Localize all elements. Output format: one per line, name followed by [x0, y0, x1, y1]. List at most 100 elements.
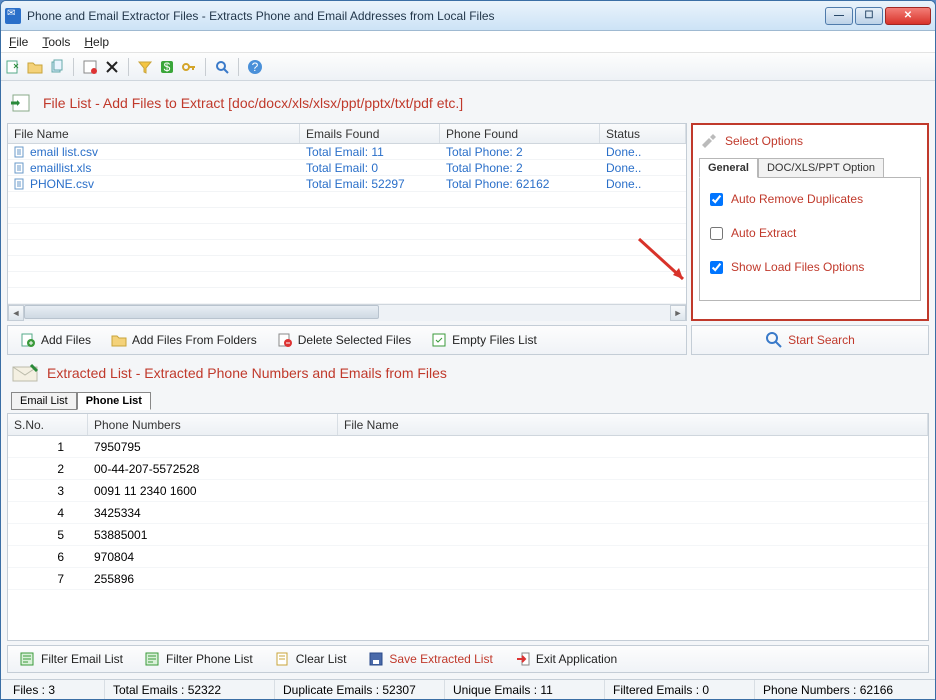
- col-file-name[interactable]: File Name: [338, 414, 928, 435]
- chk-auto-extract[interactable]: Auto Extract: [710, 226, 910, 240]
- status-files: Files : 3: [5, 680, 105, 699]
- tb-delete-icon[interactable]: [104, 59, 120, 75]
- tb-search-icon[interactable]: [214, 59, 230, 75]
- list-item[interactable]: 17950795: [8, 436, 928, 458]
- statusbar: Files : 3 Total Emails : 52322 Duplicate…: [1, 679, 935, 699]
- tab-doc-xls-ppt[interactable]: DOC/XLS/PPT Option: [758, 158, 884, 178]
- scroll-thumb[interactable]: [24, 305, 379, 319]
- file-list-header: File List - Add Files to Extract [doc/do…: [7, 87, 929, 119]
- tb-filter-icon[interactable]: [137, 59, 153, 75]
- app-icon: [5, 8, 21, 24]
- tab-phone-list[interactable]: Phone List: [77, 392, 151, 410]
- hscrollbar[interactable]: ◄ ►: [8, 304, 686, 320]
- scroll-right-arrow[interactable]: ►: [670, 305, 686, 321]
- table-row-empty: [8, 272, 686, 288]
- list-item[interactable]: 7255896: [8, 568, 928, 590]
- table-row[interactable]: emaillist.xlsTotal Email: 0Total Phone: …: [8, 160, 686, 176]
- scroll-track[interactable]: [24, 305, 670, 321]
- chk-show-load-files[interactable]: Show Load Files Options: [710, 260, 910, 274]
- list-item[interactable]: 200-44-207-5572528: [8, 458, 928, 480]
- table-row-empty: [8, 240, 686, 256]
- tb-add-file-icon[interactable]: [5, 59, 21, 75]
- col-emails[interactable]: Emails Found: [300, 124, 440, 143]
- extracted-table: S.No. Phone Numbers File Name 1795079520…: [7, 413, 929, 641]
- col-filename[interactable]: File Name: [8, 124, 300, 143]
- list-item[interactable]: 30091 11 2340 1600: [8, 480, 928, 502]
- extracted-rows[interactable]: 17950795200-44-207-557252830091 11 2340 …: [8, 436, 928, 640]
- svg-text:$: $: [164, 60, 171, 74]
- minimize-button[interactable]: [825, 7, 853, 25]
- col-phone-numbers[interactable]: Phone Numbers: [88, 414, 338, 435]
- start-search-button[interactable]: Start Search: [759, 328, 861, 352]
- add-files-from-folders-button[interactable]: Add Files From Folders: [105, 329, 263, 351]
- table-row[interactable]: PHONE.csvTotal Email: 52297Total Phone: …: [8, 176, 686, 192]
- extracted-columns: S.No. Phone Numbers File Name: [8, 414, 928, 436]
- tb-help-icon[interactable]: ?: [247, 59, 263, 75]
- filter-phone-list-button[interactable]: Filter Phone List: [139, 648, 259, 670]
- file-list-columns: File Name Emails Found Phone Found Statu…: [8, 124, 686, 144]
- menu-file[interactable]: File: [9, 35, 28, 49]
- col-sno[interactable]: S.No.: [8, 414, 88, 435]
- options-tab-pane: Auto Remove Duplicates Auto Extract Show…: [699, 177, 921, 301]
- add-files-button[interactable]: Add Files: [14, 329, 97, 351]
- scroll-left-arrow[interactable]: ◄: [8, 305, 24, 321]
- delete-selected-files-button[interactable]: Delete Selected Files: [271, 329, 417, 351]
- tab-general[interactable]: General: [699, 158, 758, 178]
- status-filtered-emails: Filtered Emails : 0: [605, 680, 755, 699]
- table-row-empty: [8, 288, 686, 304]
- chk-show-load-input[interactable]: [710, 261, 723, 274]
- actionbar-left: Add Files Add Files From Folders Delete …: [7, 325, 687, 355]
- clear-list-button[interactable]: Clear List: [269, 648, 353, 670]
- titlebar[interactable]: Phone and Email Extractor Files - Extrac…: [1, 1, 935, 31]
- extracted-title: Extracted List - Extracted Phone Numbers…: [47, 365, 447, 381]
- table-row-empty: [8, 208, 686, 224]
- exit-application-button[interactable]: Exit Application: [509, 648, 623, 670]
- close-button[interactable]: [885, 7, 931, 25]
- status-duplicate-emails: Duplicate Emails : 52307: [275, 680, 445, 699]
- table-row-empty: [8, 192, 686, 208]
- save-icon: [368, 651, 384, 667]
- list-item[interactable]: 553885001: [8, 524, 928, 546]
- chk-auto-remove-input[interactable]: [710, 193, 723, 206]
- status-unique-emails: Unique Emails : 11: [445, 680, 605, 699]
- content-area: File List - Add Files to Extract [doc/do…: [1, 81, 935, 679]
- tb-money-icon[interactable]: $: [159, 59, 175, 75]
- toolbar-separator: [73, 58, 74, 76]
- table-row-empty: [8, 224, 686, 240]
- tb-copy-icon[interactable]: [49, 59, 65, 75]
- file-list-icon: [11, 91, 35, 115]
- window-title: Phone and Email Extractor Files - Extrac…: [27, 9, 825, 23]
- filter-email-list-button[interactable]: Filter Email List: [14, 648, 129, 670]
- tb-sheet-icon[interactable]: [82, 59, 98, 75]
- col-status[interactable]: Status: [600, 124, 686, 143]
- table-row[interactable]: email list.csvTotal Email: 11Total Phone…: [8, 144, 686, 160]
- col-phone[interactable]: Phone Found: [440, 124, 600, 143]
- empty-list-icon: [431, 332, 447, 348]
- tb-add-folder-icon[interactable]: [27, 59, 43, 75]
- chk-auto-extract-input[interactable]: [710, 227, 723, 240]
- clear-list-icon: [275, 651, 291, 667]
- window-controls: [825, 7, 931, 25]
- file-list-rows[interactable]: email list.csvTotal Email: 11Total Phone…: [8, 144, 686, 304]
- extracted-icon: [11, 363, 39, 383]
- tab-email-list[interactable]: Email List: [11, 392, 77, 410]
- options-tabs: General DOC/XLS/PPT Option: [699, 157, 921, 177]
- wrench-icon: [699, 131, 719, 151]
- list-item[interactable]: 43425334: [8, 502, 928, 524]
- menu-help[interactable]: Help: [84, 35, 109, 49]
- maximize-button[interactable]: [855, 7, 883, 25]
- menu-tools[interactable]: Tools: [42, 35, 70, 49]
- toolbar-separator: [238, 58, 239, 76]
- empty-files-list-button[interactable]: Empty Files List: [425, 329, 543, 351]
- list-item[interactable]: 6970804: [8, 546, 928, 568]
- delete-file-icon: [277, 332, 293, 348]
- file-list-title: File List - Add Files to Extract [doc/do…: [43, 95, 463, 111]
- toolbar: $ ?: [1, 53, 935, 81]
- menubar: File Tools Help: [1, 31, 935, 53]
- chk-auto-remove-duplicates[interactable]: Auto Remove Duplicates: [710, 192, 910, 206]
- tb-key-icon[interactable]: [181, 59, 197, 75]
- save-extracted-list-button[interactable]: Save Extracted List: [362, 648, 498, 670]
- status-total-emails: Total Emails : 52322: [105, 680, 275, 699]
- status-phone-numbers: Phone Numbers : 62166: [755, 680, 931, 699]
- extracted-tabs: Email List Phone List: [7, 391, 929, 409]
